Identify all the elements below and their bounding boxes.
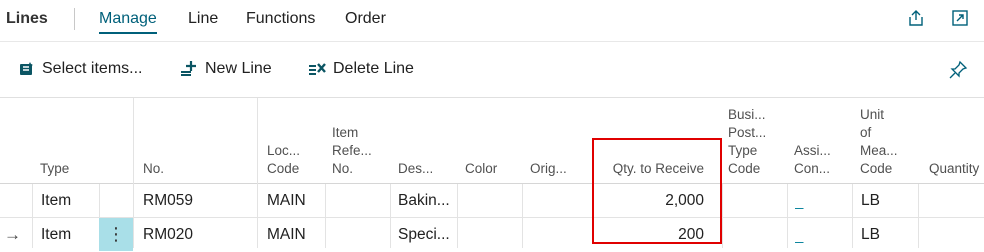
action-bar: Select items... New Line Delete Line <box>0 50 984 90</box>
title-separator <box>74 8 75 30</box>
cell-description[interactable]: Bakin... <box>398 184 456 218</box>
cell-type[interactable]: Item <box>41 184 99 218</box>
column-header-assigned-con[interactable]: Assi... Con... <box>794 98 849 184</box>
cell-item-reference-no[interactable] <box>332 218 387 252</box>
delete-line-icon <box>309 63 326 75</box>
cell-assigned-con[interactable]: _ <box>795 184 845 218</box>
cell-description[interactable]: Speci... <box>398 218 456 252</box>
tab-line[interactable]: Line <box>188 10 218 28</box>
cell-original[interactable] <box>530 218 590 252</box>
select-items-icon <box>20 62 33 75</box>
delete-line-label: Delete Line <box>333 60 414 77</box>
new-line-label: New Line <box>205 60 272 77</box>
lines-grid: Type No. Loc... Code Item Refe... No. De… <box>0 98 984 251</box>
lines-header: Lines Manage Line Functions Order <box>0 0 984 40</box>
select-items-label: Select items... <box>42 60 143 77</box>
tab-order[interactable]: Order <box>345 10 386 28</box>
cell-type[interactable]: Item <box>41 218 99 252</box>
cell-quantity[interactable] <box>929 184 984 218</box>
cell-business-posting-type-code[interactable] <box>728 184 783 218</box>
tab-functions[interactable]: Functions <box>246 10 315 28</box>
row-menu-button[interactable]: ⋮ <box>99 218 133 251</box>
cell-original[interactable] <box>530 184 590 218</box>
new-line-button[interactable]: New Line <box>179 60 272 78</box>
cell-assigned-con[interactable]: _ <box>795 218 845 252</box>
column-header-location-code[interactable]: Loc... Code <box>267 98 322 184</box>
cell-qty-to-receive[interactable]: 2,000 <box>594 184 704 218</box>
cell-color[interactable] <box>465 218 520 252</box>
table-row[interactable]: Item RM059 MAIN Bakin... 2,000 _ LB <box>0 184 984 218</box>
cell-location-code[interactable]: MAIN <box>267 218 322 252</box>
cell-qty-to-receive[interactable]: 200 <box>594 218 704 252</box>
cell-color[interactable] <box>465 184 520 218</box>
cell-business-posting-type-code[interactable] <box>728 218 783 252</box>
delete-line-button[interactable]: Delete Line <box>307 60 414 78</box>
cell-location-code[interactable]: MAIN <box>267 184 322 218</box>
pin-icon[interactable] <box>948 60 968 85</box>
select-items-button[interactable]: Select items... <box>18 60 142 78</box>
column-header-unit-of-measure-code[interactable]: Unit of Mea... Code <box>860 98 915 184</box>
cell-unit-of-measure-code[interactable]: LB <box>861 184 916 218</box>
column-header-qty-to-receive[interactable]: Qty. to Receive <box>594 98 704 184</box>
column-header-item-reference-no[interactable]: Item Refe... No. <box>332 98 387 184</box>
cell-no[interactable]: RM059 <box>143 184 253 218</box>
column-header-original[interactable]: Orig... <box>530 98 590 184</box>
column-header-color[interactable]: Color <box>465 98 520 184</box>
share-icon[interactable] <box>906 8 926 28</box>
cell-item-reference-no[interactable] <box>332 184 387 218</box>
page-title: Lines <box>6 10 48 27</box>
cell-unit-of-measure-code[interactable]: LB <box>861 218 916 252</box>
column-header-quantity[interactable]: Quantity <box>929 98 984 184</box>
expand-icon[interactable] <box>950 8 970 28</box>
column-header-no[interactable]: No. <box>143 98 243 184</box>
tab-manage[interactable]: Manage <box>99 10 157 34</box>
column-header-description[interactable]: Des... <box>398 98 453 184</box>
header-divider <box>0 41 984 42</box>
current-row-arrow-icon: → <box>4 225 21 244</box>
new-line-icon <box>181 61 196 76</box>
column-header-business-posting-type-code[interactable]: Busi... Post... Type Code <box>728 98 788 184</box>
column-header-type[interactable]: Type <box>40 98 100 184</box>
cell-quantity[interactable] <box>929 218 984 252</box>
cell-no[interactable]: RM020 <box>143 218 253 252</box>
table-row[interactable]: → Item ⋮ RM020 MAIN Speci... 200 _ LB <box>0 218 984 252</box>
